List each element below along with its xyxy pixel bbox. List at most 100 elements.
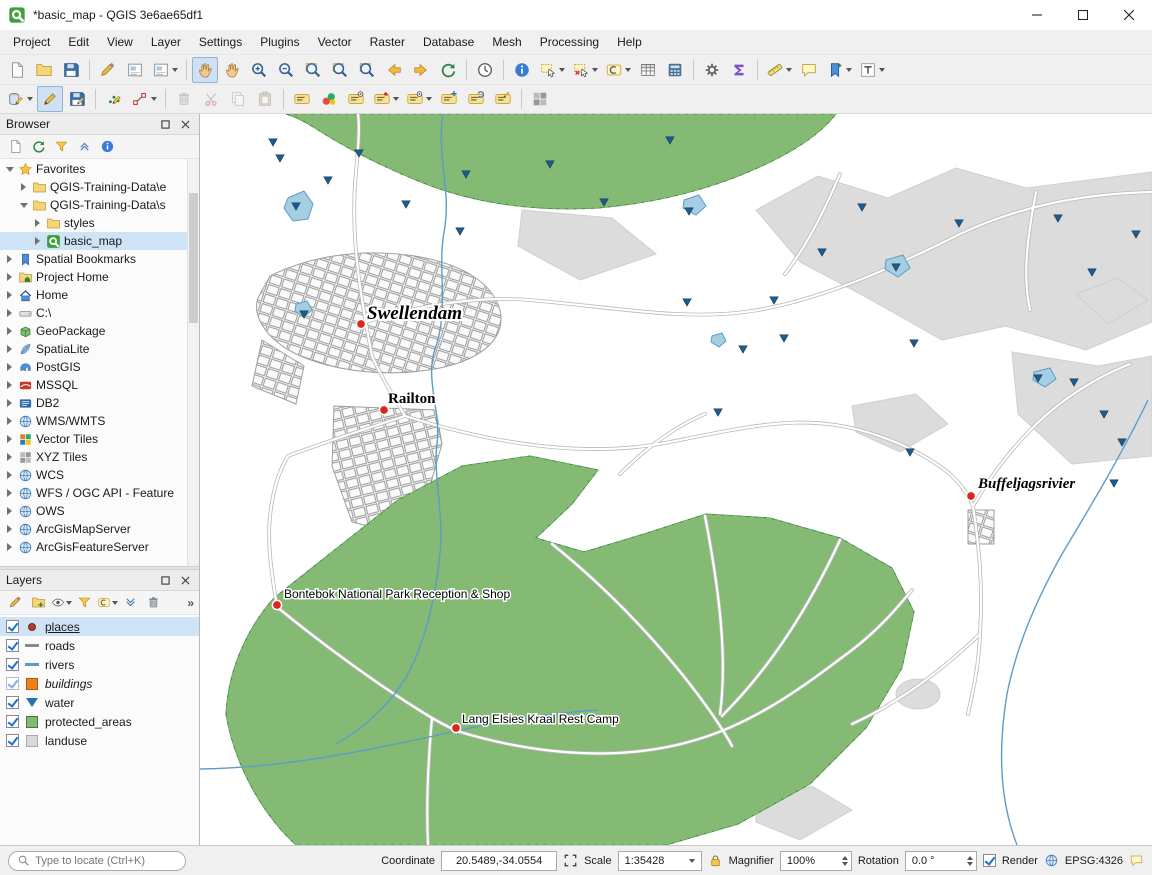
render-checkbox[interactable] bbox=[983, 854, 996, 867]
expand-arrow[interactable] bbox=[4, 273, 15, 281]
remove-layer-button[interactable] bbox=[143, 593, 164, 613]
delete-selected-button[interactable] bbox=[171, 86, 197, 112]
chevron-down-icon[interactable] bbox=[689, 859, 695, 863]
paste-features-button[interactable] bbox=[252, 86, 278, 112]
copy-features-button[interactable] bbox=[225, 86, 251, 112]
expand-arrow[interactable] bbox=[4, 417, 15, 425]
expand-arrow[interactable] bbox=[4, 309, 15, 317]
open-layer-styling-button[interactable] bbox=[5, 593, 26, 613]
browser-item-spatial-bookmarks[interactable]: Spatial Bookmarks bbox=[0, 250, 199, 268]
dropdown-caret[interactable] bbox=[27, 97, 33, 101]
expand-arrow[interactable] bbox=[4, 167, 15, 172]
expand-arrow[interactable] bbox=[4, 327, 15, 335]
layer-checkbox[interactable] bbox=[6, 696, 19, 709]
toolbar-overflow-icon[interactable] bbox=[187, 596, 194, 610]
browser-item-wfs[interactable]: WFS / OGC API - Feature bbox=[0, 484, 199, 502]
save-layer-edits-button[interactable] bbox=[64, 86, 90, 112]
statistics-button[interactable] bbox=[726, 57, 752, 83]
locate-box[interactable] bbox=[8, 851, 186, 871]
cut-features-button[interactable] bbox=[198, 86, 224, 112]
dropdown-caret[interactable] bbox=[786, 68, 792, 72]
layer-row-places[interactable]: places bbox=[0, 617, 199, 636]
minimize-button[interactable] bbox=[1014, 0, 1060, 30]
pin-labels-button[interactable] bbox=[370, 86, 402, 112]
layer-row-protected-areas[interactable]: protected_areas bbox=[0, 712, 199, 731]
expand-arrow[interactable] bbox=[4, 381, 15, 389]
menu-edit[interactable]: Edit bbox=[59, 32, 98, 52]
dropdown-caret[interactable] bbox=[846, 68, 852, 72]
layer-row-buildings[interactable]: buildings bbox=[0, 674, 199, 693]
browser-item-project-home[interactable]: Project Home bbox=[0, 268, 199, 286]
browser-item-vector-tiles[interactable]: Vector Tiles bbox=[0, 430, 199, 448]
menu-help[interactable]: Help bbox=[608, 32, 651, 52]
open-project-button[interactable] bbox=[31, 57, 57, 83]
menu-layer[interactable]: Layer bbox=[142, 32, 190, 52]
label-highlight-button[interactable] bbox=[343, 86, 369, 112]
expand-arrow[interactable] bbox=[32, 219, 43, 227]
scrollbar-thumb[interactable] bbox=[189, 193, 198, 323]
toggle-editing-button[interactable] bbox=[37, 86, 63, 112]
pan-to-selection-button[interactable] bbox=[219, 57, 245, 83]
layer-checkbox[interactable] bbox=[6, 677, 19, 690]
browser-item-postgis[interactable]: PostGIS bbox=[0, 358, 199, 376]
browser-item-wcs[interactable]: WCS bbox=[0, 466, 199, 484]
browser-item-arcgis-map-server[interactable]: ArcGisMapServer bbox=[0, 520, 199, 538]
layer-row-rivers[interactable]: rivers bbox=[0, 655, 199, 674]
select-features-button[interactable] bbox=[536, 57, 568, 83]
processing-options-button[interactable] bbox=[699, 57, 725, 83]
close-panel-button[interactable] bbox=[177, 117, 193, 131]
spin-down-icon[interactable] bbox=[967, 862, 973, 866]
extent-icon[interactable] bbox=[563, 853, 578, 868]
field-calculator-button[interactable] bbox=[662, 57, 688, 83]
expand-arrow[interactable] bbox=[4, 435, 15, 443]
dropdown-caret[interactable] bbox=[112, 601, 118, 605]
layout-manager-button[interactable] bbox=[149, 57, 181, 83]
dropdown-caret[interactable] bbox=[559, 68, 565, 72]
dropdown-caret[interactable] bbox=[172, 68, 178, 72]
new-project-button[interactable] bbox=[4, 57, 30, 83]
menu-plugins[interactable]: Plugins bbox=[251, 32, 308, 52]
lock-icon[interactable] bbox=[708, 853, 723, 868]
scale-combobox[interactable]: 1:35428 bbox=[618, 851, 702, 871]
menu-processing[interactable]: Processing bbox=[531, 32, 608, 52]
browser-item-spatialite[interactable]: SpatiaLite bbox=[0, 340, 199, 358]
map-canvas[interactable]: Swellendam Railton Buffeljagsrivier Bont… bbox=[200, 114, 1152, 845]
browser-item-training-data-s[interactable]: QGIS-Training-Data\s bbox=[0, 196, 199, 214]
browser-item-styles[interactable]: styles bbox=[0, 214, 199, 232]
expand-arrow[interactable] bbox=[4, 543, 15, 551]
spin-down-icon[interactable] bbox=[842, 862, 848, 866]
expand-arrow[interactable] bbox=[18, 183, 29, 191]
zoom-last-button[interactable] bbox=[381, 57, 407, 83]
locate-input[interactable] bbox=[35, 855, 177, 867]
dropdown-caret[interactable] bbox=[151, 97, 157, 101]
save-project-button[interactable] bbox=[58, 57, 84, 83]
map-tips-button[interactable] bbox=[796, 57, 822, 83]
menu-raster[interactable]: Raster bbox=[361, 32, 414, 52]
menu-project[interactable]: Project bbox=[4, 32, 59, 52]
vertex-tool-button[interactable] bbox=[128, 86, 160, 112]
expand-arrow[interactable] bbox=[4, 399, 15, 407]
menu-view[interactable]: View bbox=[98, 32, 142, 52]
menu-mesh[interactable]: Mesh bbox=[483, 32, 530, 52]
dropdown-caret[interactable] bbox=[625, 68, 631, 72]
expand-arrow[interactable] bbox=[4, 363, 15, 371]
float-panel-button[interactable] bbox=[157, 117, 173, 131]
add-group-button[interactable] bbox=[28, 593, 49, 613]
layer-diagram-options-button[interactable] bbox=[316, 86, 342, 112]
expand-arrow[interactable] bbox=[4, 291, 15, 299]
expand-arrow[interactable] bbox=[4, 255, 15, 263]
change-label-properties-button[interactable] bbox=[490, 86, 516, 112]
layer-checkbox[interactable] bbox=[6, 658, 19, 671]
decorations-button[interactable] bbox=[527, 86, 553, 112]
select-by-expression-button[interactable] bbox=[602, 57, 634, 83]
globe-icon[interactable] bbox=[1044, 853, 1059, 868]
rotation-spinbox[interactable]: 0.0 ° bbox=[905, 851, 977, 871]
layer-row-water[interactable]: water bbox=[0, 693, 199, 712]
dropdown-caret[interactable] bbox=[592, 68, 598, 72]
zoom-to-selection-button[interactable] bbox=[327, 57, 353, 83]
coordinate-value[interactable]: 20.5489,-34.0554 bbox=[441, 851, 557, 871]
dropdown-caret[interactable] bbox=[426, 97, 432, 101]
layer-labeling-options-button[interactable] bbox=[289, 86, 315, 112]
maximize-button[interactable] bbox=[1060, 0, 1106, 30]
layer-checkbox[interactable] bbox=[6, 715, 19, 728]
